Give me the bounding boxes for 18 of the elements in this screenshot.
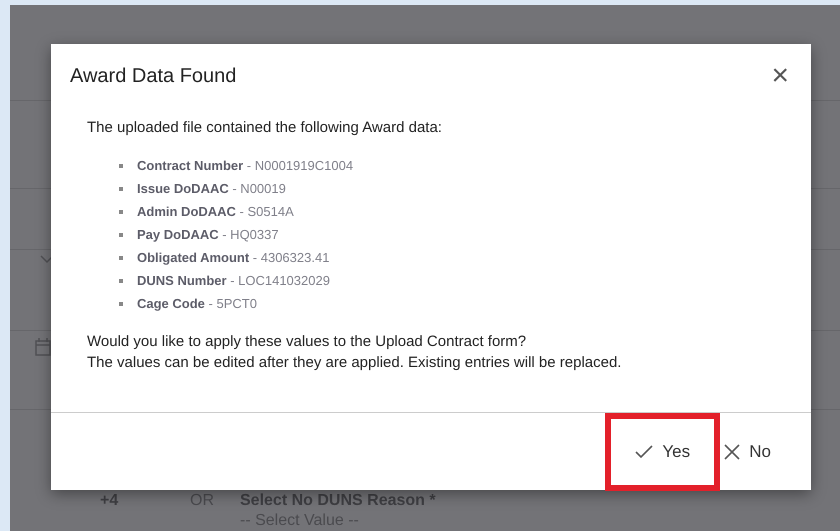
close-button[interactable]: ×: [771, 64, 789, 88]
intro-text: The uploaded file contained the following Award data:: [87, 119, 443, 136]
award-data-item: Cage Code - 5PCT0: [137, 296, 257, 311]
yes-button[interactable]: Yes: [633, 436, 692, 468]
award-data-item: Issue DoDAAC - N00019: [137, 181, 286, 196]
calendar-icon[interactable]: [35, 338, 51, 356]
award-data-item: Obligated Amount - 4306323.41: [137, 250, 330, 265]
award-data-item: Admin DoDAAC - S0514A: [137, 204, 294, 219]
check-icon: [635, 445, 654, 459]
award-data-item: Contract Number - N0001919C1004: [137, 158, 354, 173]
no-button[interactable]: No: [722, 436, 773, 468]
caret-icon: [40, 255, 54, 264]
award-data-item: DUNS Number - LOC141032029: [137, 273, 330, 288]
note-text: The values can be edited after they are applied. Existing entries will be replaced.: [87, 353, 622, 373]
dialog-title: Award Data Found: [70, 64, 236, 88]
question-text: Would you like to apply these values to the Upload Contract form?: [87, 332, 528, 352]
award-data-item: Pay DoDAAC - HQ0337: [137, 227, 279, 242]
close-icon: [724, 444, 740, 460]
